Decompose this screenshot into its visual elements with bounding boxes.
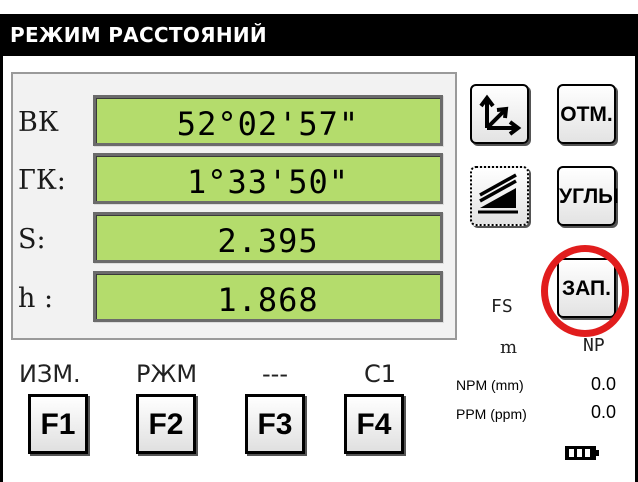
otm-button-label: ОТМ. — [560, 103, 613, 126]
highlight-ring — [541, 245, 629, 337]
vertical-angle-value: 52°02'57" — [176, 105, 360, 143]
battery-icon — [565, 446, 599, 460]
f1-button[interactable]: F1 — [28, 394, 88, 454]
fs-indicator: FS — [491, 296, 513, 317]
f3-button[interactable]: F3 — [245, 394, 305, 454]
layers-icon — [478, 173, 518, 214]
slope-distance-label: S: — [18, 224, 46, 255]
horizontal-angle-value: 1°33'50" — [186, 163, 350, 201]
npm-label: NPM (mm) — [456, 377, 524, 393]
f1-button-label: F1 — [40, 408, 76, 441]
screen-title: РЕЖИМ РАССТОЯНИЙ — [10, 23, 267, 47]
title-bar: РЕЖИМ РАССТОЯНИЙ — [0, 14, 638, 56]
device-screen: РЕЖИМ РАССТОЯНИЙ ВК 52°02'57" ГК: 1°33'5… — [0, 0, 638, 482]
f2-button-label: F2 — [148, 408, 184, 441]
np-indicator: NP — [583, 335, 605, 356]
f3-button-label: F3 — [257, 408, 293, 441]
slope-distance-display: 2.395 — [93, 212, 443, 263]
height-display: 1.868 — [93, 271, 443, 322]
angles-button-label: УГЛЫ — [559, 185, 619, 208]
f1-label: ИЗМ. — [19, 360, 81, 388]
f4-button-label: F4 — [356, 408, 392, 441]
vertical-angle-label: ВК — [18, 107, 59, 138]
horizontal-angle-label: ГК: — [18, 165, 66, 196]
unit-indicator: m — [500, 337, 518, 358]
coordinate-mode-button[interactable] — [470, 84, 529, 144]
frame-left-border — [0, 56, 3, 482]
coordinate-axes-icon — [479, 94, 522, 136]
npm-value: 0.0 — [591, 374, 617, 394]
otm-button[interactable]: ОТМ. — [557, 84, 616, 144]
f3-label: --- — [262, 360, 288, 388]
slope-distance-value: 2.395 — [217, 222, 319, 260]
height-value: 1.868 — [217, 281, 319, 319]
layers-button[interactable] — [470, 166, 529, 226]
f2-label: РЖМ — [136, 360, 198, 388]
vertical-angle-display: 52°02'57" — [93, 95, 443, 146]
ppm-label: PPM (ppm) — [456, 406, 527, 422]
height-label: h : — [18, 283, 54, 314]
horizontal-angle-display: 1°33'50" — [93, 153, 443, 204]
f2-button[interactable]: F2 — [136, 394, 196, 454]
f4-label: C1 — [364, 360, 397, 388]
ppm-value: 0.0 — [591, 402, 617, 422]
angles-button[interactable]: УГЛЫ — [557, 166, 619, 226]
f4-button[interactable]: F4 — [344, 394, 404, 454]
